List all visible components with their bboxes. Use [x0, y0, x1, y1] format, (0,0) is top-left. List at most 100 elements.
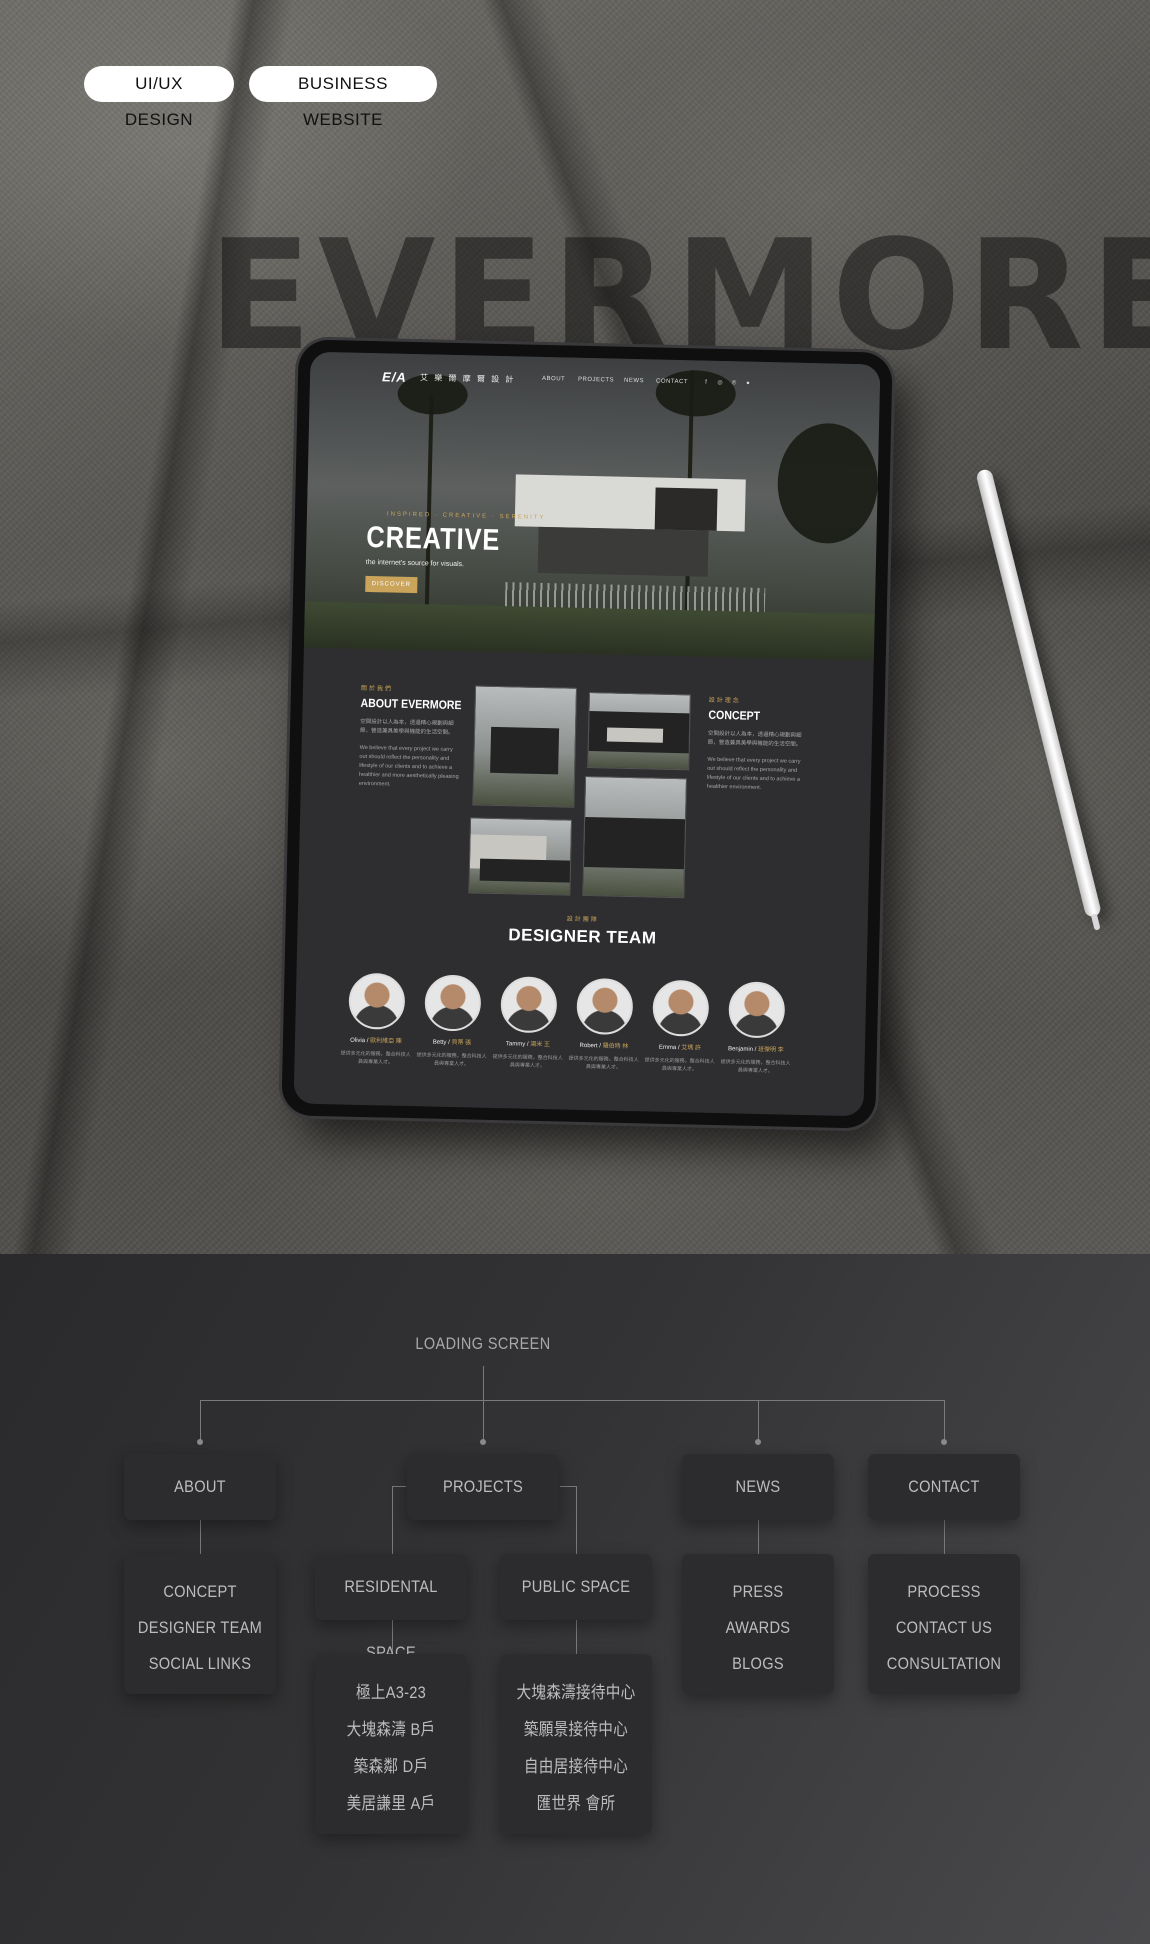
tablet-device: E/A 艾 樂 爾 摩 爾 設 計 ABOUT PROJECTS NEWS CO… — [281, 339, 893, 1129]
concept-tag: 設計理念 — [708, 697, 741, 705]
tablet-screen: E/A 艾 樂 爾 摩 爾 設 計 ABOUT PROJECTS NEWS CO… — [293, 351, 881, 1117]
avatar — [652, 979, 710, 1037]
avatar — [576, 977, 634, 1036]
sitemap-link[interactable]: 自由居接待中心 — [511, 1748, 642, 1785]
member-desc: 提供多元化的服務，整合科技人員與專業人才。 — [720, 1059, 791, 1075]
connector-line — [576, 1620, 577, 1654]
sitemap-projects[interactable]: PROJECTS — [407, 1454, 559, 1520]
sitemap-residential-projects: 極上A3-23 大塊森濤 B戶 築森鄰 D戶 美居謙里 A戶 — [315, 1654, 467, 1834]
connector-line — [944, 1520, 945, 1554]
member-name: Tammy / 湯米 王 — [505, 1041, 551, 1049]
project-photo[interactable] — [587, 692, 691, 771]
avatar — [424, 974, 482, 1032]
sitemap-contact[interactable]: CONTACT — [868, 1454, 1020, 1520]
sitemap-link[interactable]: 築森鄰 D戶 — [326, 1748, 457, 1785]
connector-line — [392, 1486, 393, 1554]
team-member[interactable]: Benjamin / 班傑明 李 提供多元化的服務，整合科技人員與專業人才。 — [720, 981, 792, 1076]
sitemap-link[interactable]: CONSULTATION — [879, 1646, 1010, 1682]
sitemap-link[interactable]: SOCIAL LINKS — [135, 1646, 266, 1682]
sitemap-link[interactable]: CONCEPT — [135, 1574, 266, 1610]
sitemap-public[interactable]: PUBLIC SPACE — [500, 1554, 652, 1620]
avatar — [500, 976, 558, 1034]
sitemap-news[interactable]: NEWS — [682, 1454, 834, 1520]
team-header: 設計團隊 DESIGNER TEAM — [297, 907, 868, 953]
nav-contact[interactable]: CONTACT — [656, 378, 688, 385]
instagram-icon[interactable]: ◎ — [716, 379, 724, 387]
facebook-icon[interactable]: f — [702, 379, 710, 387]
connector-dot — [755, 1439, 761, 1445]
member-name: Emma / 艾瑪 許 — [658, 1044, 701, 1052]
connector-line — [392, 1486, 406, 1487]
sitemap-link[interactable]: 匯世界 會所 — [511, 1785, 642, 1822]
member-name: Benjamin / 班傑明 李 — [727, 1046, 784, 1054]
sitemap-link[interactable]: BLOGS — [693, 1646, 824, 1682]
sitemap-link[interactable]: 大塊森濤 B戶 — [326, 1711, 457, 1748]
sitemap-link[interactable]: CONTACT US — [879, 1610, 1010, 1646]
site-hero-image: E/A 艾 樂 爾 摩 爾 設 計 ABOUT PROJECTS NEWS CO… — [303, 351, 881, 661]
concept-title: CONCEPT — [708, 707, 761, 723]
about-para-zh: 空間設計以人為本，透過精心規劃與細節，營造兼具美學與機能的生活空間。 — [359, 718, 454, 736]
sitemap-root-loading-screen: LOADING SCREEN — [415, 1334, 551, 1353]
sitemap-link[interactable]: PROCESS — [879, 1574, 1010, 1610]
connector-dot — [197, 1439, 203, 1445]
team-member[interactable]: Robert / 羅伯特 林 提供多元化的服務，整合科技人員與專業人才。 — [568, 977, 640, 1073]
project-photo[interactable] — [582, 775, 688, 899]
member-name: Olivia / 歐利維亞 陳 — [350, 1037, 402, 1045]
connector-line — [576, 1486, 577, 1554]
nav-about[interactable]: ABOUT — [542, 376, 565, 383]
nav-projects[interactable]: PROJECTS — [578, 377, 614, 384]
member-desc: 提供多元化的服務，整合科技人員與專業人才。 — [568, 1055, 639, 1071]
project-photo[interactable] — [468, 817, 573, 896]
connector-line — [483, 1400, 484, 1442]
grass — [303, 601, 875, 661]
team-member[interactable]: Tammy / 湯米 王 提供多元化的服務，整合科技人員與專業人才。 — [492, 976, 564, 1071]
avatar — [728, 981, 786, 1039]
nav-news[interactable]: NEWS — [624, 378, 644, 384]
team-member[interactable]: Olivia / 歐利維亞 陳 提供多元化的服務，整合科技人員與專業人才。 — [340, 972, 412, 1068]
tag-ui-ux-design: UI/UX DESIGN — [84, 66, 234, 129]
site-logo-text: 艾 樂 爾 摩 爾 設 計 — [419, 373, 516, 385]
connector-dot — [480, 1439, 486, 1445]
member-desc: 提供多元化的服務，整合科技人員與專業人才。 — [492, 1053, 563, 1070]
sitemap-public-projects: 大塊森濤接待中心 築願景接待中心 自由居接待中心 匯世界 會所 — [500, 1654, 652, 1834]
house-illustration — [514, 474, 746, 577]
tree-canopy — [776, 422, 880, 545]
about-title: ABOUT EVERMORE — [360, 695, 462, 713]
site-logo[interactable]: E/A — [382, 369, 407, 385]
pinterest-icon[interactable]: ℗ — [730, 379, 738, 387]
sitemap-link[interactable]: DESIGNER TEAM — [135, 1610, 266, 1646]
sitemap-link[interactable]: AWARDS — [693, 1610, 824, 1646]
team-member[interactable]: Emma / 艾瑪 許 提供多元化的服務，整合科技人員與專業人才。 — [644, 979, 716, 1074]
tag-business-website: BUSINESS WEBSITE — [249, 66, 437, 129]
connector-line — [483, 1366, 484, 1400]
sitemap-link[interactable]: 美居謙里 A戶 — [326, 1785, 457, 1822]
about-para-en: We believe that every project we carry o… — [358, 744, 459, 788]
sitemap-about-children: CONCEPT DESIGNER TEAM SOCIAL LINKS — [124, 1554, 276, 1694]
concept-para-zh: 空間設計以人為本，透過精心規劃與細節，營造兼具美學與機能的生活空間。 — [707, 730, 802, 748]
connector-line — [758, 1400, 759, 1442]
site-navbar: E/A 艾 樂 爾 摩 爾 設 計 ABOUT PROJECTS NEWS CO… — [310, 366, 880, 399]
concept-para-en: We believe that every project we carry o… — [706, 756, 801, 791]
discover-button[interactable]: DISCOVER — [365, 575, 418, 594]
member-desc: 提供多元化的服務，整合科技人員與專業人才。 — [340, 1050, 411, 1066]
connector-line — [200, 1400, 201, 1442]
team-member[interactable]: Betty / 貝蒂 張 提供多元化的服務，整合科技人員與專業人才。 — [416, 974, 488, 1069]
connector-line — [560, 1486, 576, 1487]
about-block: 關於我們 ABOUT EVERMORE 空間設計以人為本，透過精心規劃與細節，營… — [358, 683, 462, 791]
sitemap-news-children: PRESS AWARDS BLOGS — [682, 1554, 834, 1694]
sitemap-residential[interactable]: RESIDENTAL SPACE — [315, 1554, 467, 1662]
member-name: Betty / 貝蒂 張 — [432, 1039, 472, 1047]
about-tag: 關於我們 — [360, 685, 394, 693]
concept-block: 設計理念 CONCEPT 空間設計以人為本，透過精心規劃與細節，營造兼具美學與機… — [707, 695, 809, 794]
project-photo[interactable] — [472, 685, 578, 808]
sitemap-link[interactable]: 築願景接待中心 — [511, 1711, 642, 1748]
hero-copy: INSPIRED · CREATIVE · SERENITY CREATIVE … — [365, 511, 546, 596]
sitemap-about[interactable]: ABOUT — [124, 1454, 276, 1520]
user-icon[interactable]: ● — [744, 379, 752, 387]
connector-line — [758, 1520, 759, 1554]
connector-line — [944, 1400, 945, 1442]
hero-mockup-section: UI/UX DESIGN BUSINESS WEBSITE EVERMORE E… — [0, 0, 1150, 1254]
sitemap-link[interactable]: 極上A3-23 — [326, 1674, 457, 1711]
sitemap-link[interactable]: PRESS — [693, 1574, 824, 1610]
sitemap-link[interactable]: 大塊森濤接待中心 — [511, 1674, 642, 1711]
